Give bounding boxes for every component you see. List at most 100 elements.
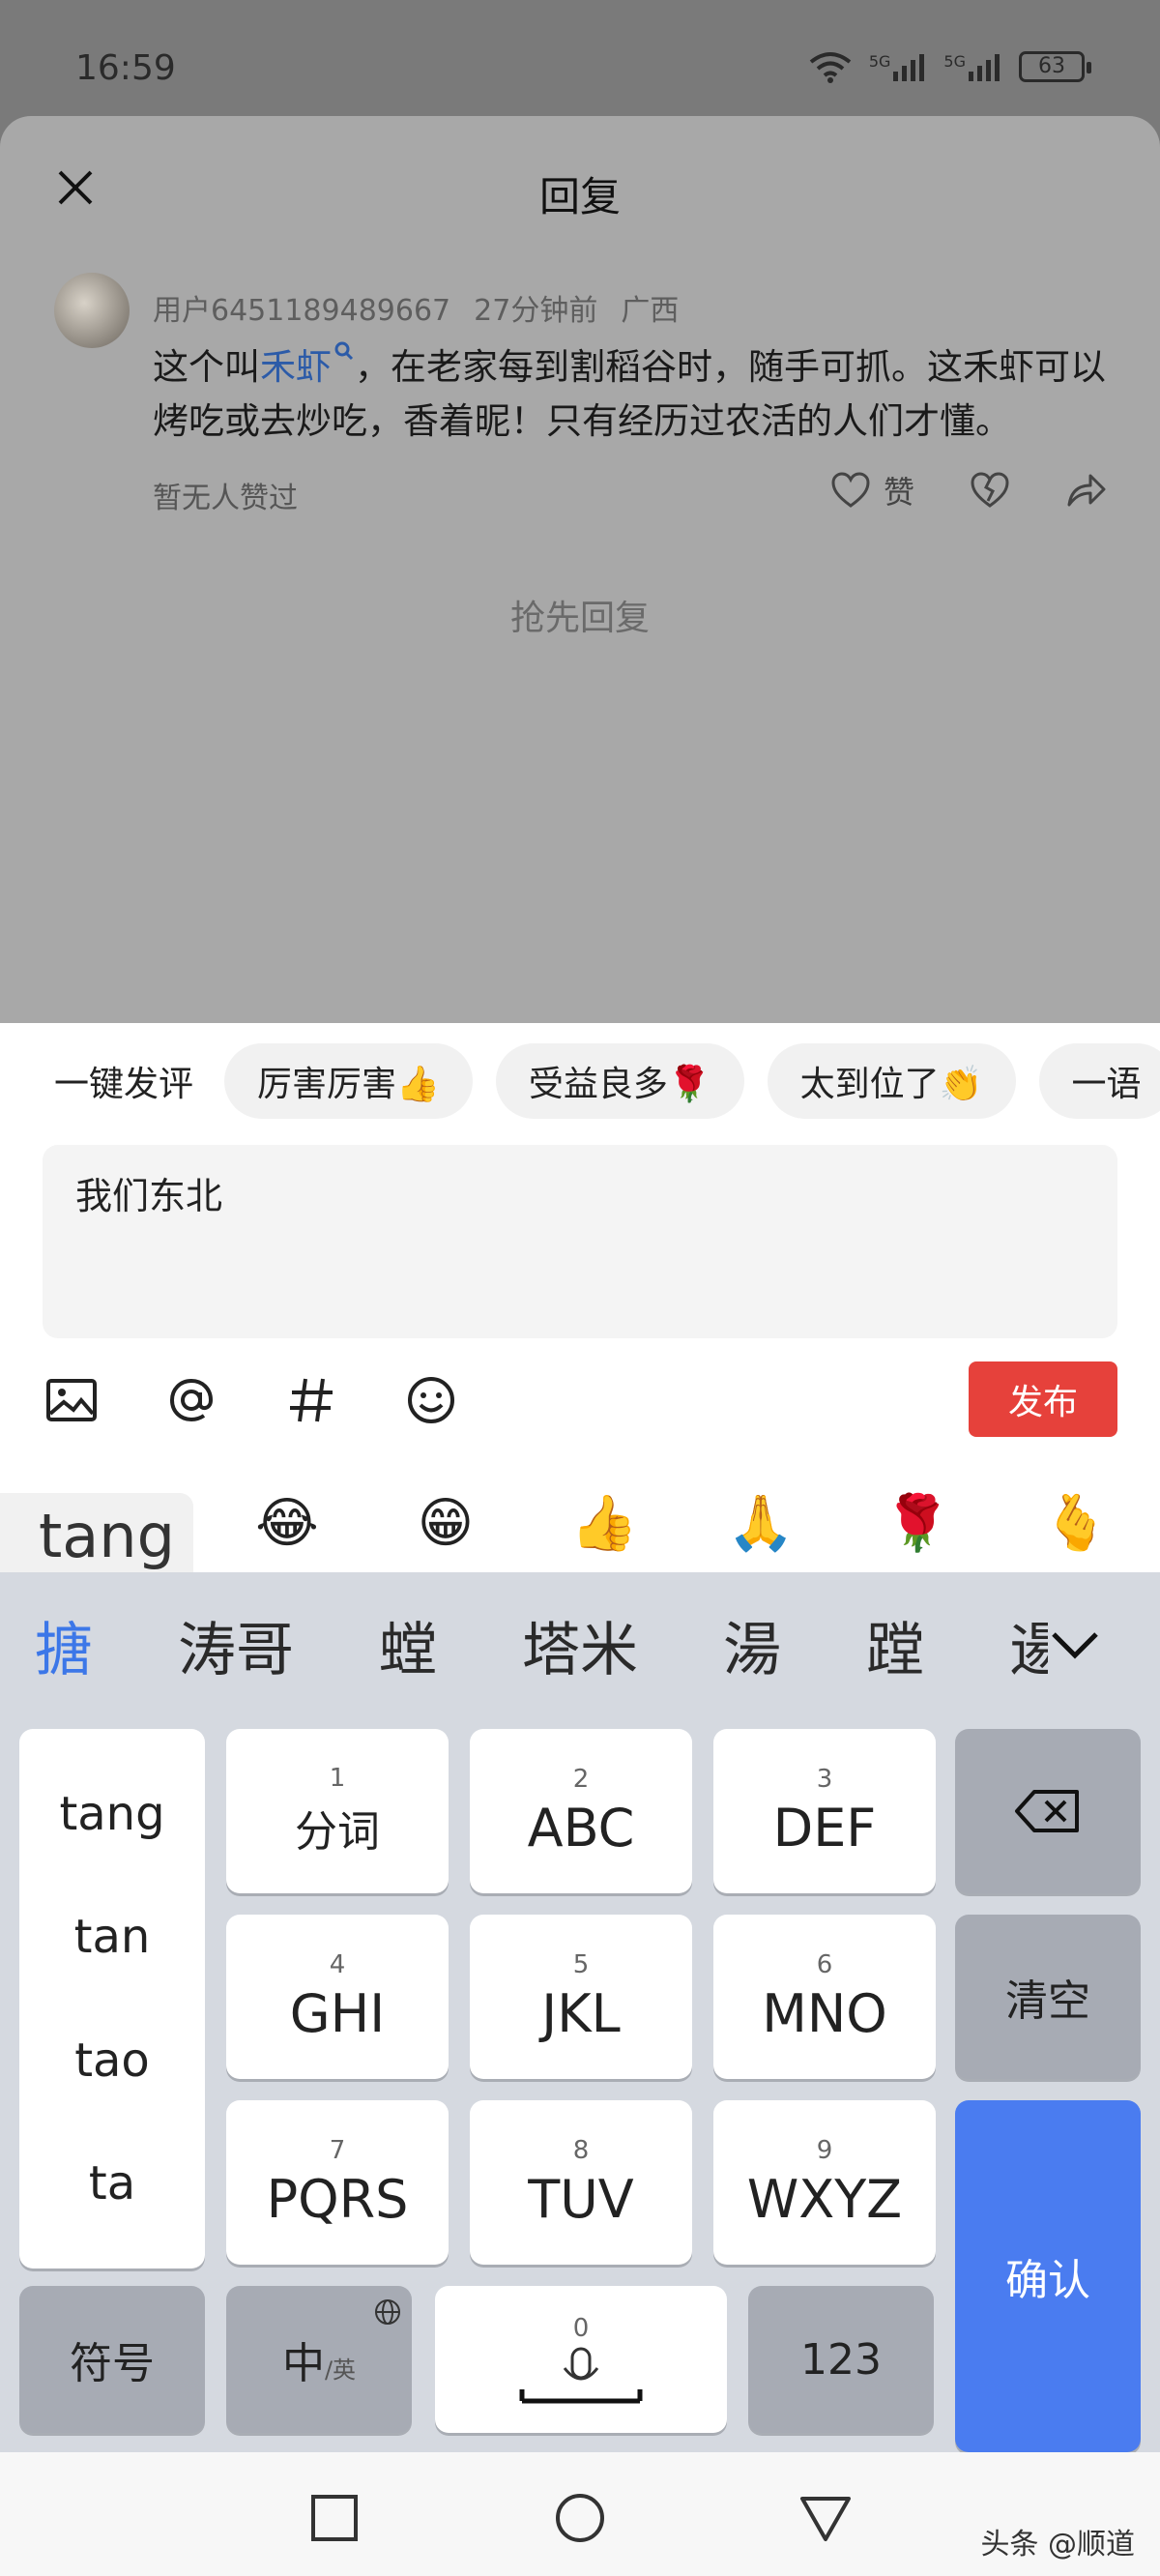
avatar[interactable] (54, 273, 130, 348)
emoji-item[interactable]: 🙏 (727, 1489, 795, 1557)
key-6[interactable]: 6 MNO (713, 1915, 936, 2079)
comment-user[interactable]: 用户6451189489667 (153, 286, 450, 329)
emoji-item[interactable]: 👍 (570, 1489, 638, 1557)
key-number: 2 (572, 1764, 590, 1794)
first-reply-hint: 抢先回复 (509, 599, 650, 638)
candidate-item[interactable]: 塔米 (522, 1603, 638, 1687)
quick-chip[interactable]: 厉害厉害👍 (224, 1043, 473, 1119)
system-nav-bar: 头条 @顺道 (0, 2452, 1160, 2576)
key-label: 分词 (295, 1807, 380, 1857)
pinyin-option[interactable]: tan (74, 1910, 151, 1964)
emoji-icon[interactable] (402, 1371, 460, 1429)
key-number: 6 (816, 1949, 833, 1979)
publish-button[interactable]: 发布 (969, 1361, 1117, 1437)
key-label: TUV (528, 2168, 634, 2230)
quick-chip[interactable]: 一语 (1038, 1043, 1160, 1119)
quick-comment-row: 一键发评 厉害厉害👍 受益良多🌹 太到位了👏 一语 (0, 1042, 1160, 1120)
at-mention-icon[interactable] (162, 1371, 220, 1429)
pinyin-options-list: tang tan tao ta (19, 1729, 205, 2269)
reply-composer: 一键发评 厉害厉害👍 受益良多🌹 太到位了👏 一语 我们东北 发布 😂 😁 👍 … (0, 1023, 1160, 1580)
language-toggle-button[interactable]: 中 /英 (226, 2286, 412, 2433)
key-8[interactable]: 8 TUV (470, 2100, 692, 2265)
key-sublabel: /英 (324, 2356, 357, 2384)
key-label: 清空 (1005, 1976, 1090, 2026)
key-number: 5 (572, 1949, 590, 1979)
like-label: 赞 (883, 474, 914, 511)
symbols-button[interactable]: 符号 (19, 2286, 205, 2433)
status-time: 16:59 (75, 48, 176, 88)
numbers-button[interactable]: 123 (748, 2286, 934, 2433)
key-9[interactable]: 9 WXYZ (713, 2100, 936, 2265)
sheet-title: 回复 (538, 173, 621, 220)
key-number: 9 (816, 2135, 833, 2165)
candidate-item[interactable]: 蹚 (866, 1603, 924, 1687)
candidate-bar: 搪 涛哥 螳 塔米 湯 蹚 逿 (0, 1572, 1160, 1717)
status-bar: 16:59 5G 5G 63 (0, 0, 1160, 116)
key-number: 7 (329, 2135, 346, 2165)
chevron-down-icon[interactable] (1046, 1617, 1104, 1675)
key-3[interactable]: 3 DEF (713, 1729, 936, 1893)
key-2[interactable]: 2 ABC (470, 1729, 692, 1893)
emoji-item[interactable]: 😁 (412, 1489, 479, 1557)
key-1[interactable]: 1 分词 (226, 1729, 449, 1893)
watermark: 头条 @顺道 (980, 2528, 1135, 2561)
emoji-item[interactable]: 🫰 (1042, 1489, 1110, 1557)
no-likes-text: 暂无人赞过 (153, 482, 298, 515)
home-icon[interactable] (553, 2491, 607, 2545)
key-number: 3 (816, 1764, 833, 1794)
signal-icon (893, 54, 925, 81)
comment-time: 27分钟前 (474, 294, 598, 328)
candidate-item[interactable]: 湯 (723, 1603, 781, 1687)
search-link[interactable]: 禾虾 (260, 341, 355, 388)
ime-keyboard: 搪 涛哥 螳 塔米 湯 蹚 逿 tang tan tao ta 1 分词 2 A… (0, 1572, 1160, 2452)
quick-chip[interactable]: 受益良多🌹 (495, 1043, 744, 1119)
key-label: 中 (281, 2339, 325, 2388)
battery-icon: 63 (1019, 51, 1091, 82)
hashtag-icon[interactable] (282, 1371, 340, 1429)
status-icons: 5G 5G 63 (809, 50, 1091, 83)
network-type-label: 5G (943, 52, 966, 71)
candidate-item[interactable]: 搪 (35, 1603, 93, 1687)
pinyin-option[interactable]: tang (59, 1787, 164, 1841)
share-icon[interactable] (1065, 472, 1106, 509)
emoji-item[interactable]: 😂 (253, 1489, 321, 1557)
key-label: WXYZ (746, 2168, 903, 2230)
reply-input[interactable]: 我们东北 (43, 1145, 1117, 1338)
signal-icon (969, 54, 1000, 81)
clear-button[interactable]: 清空 (955, 1915, 1141, 2079)
reply-sheet: 回复 用户6451189489667 27分钟前 广西 这个叫禾虾 ，在老家每到割… (0, 116, 1160, 1023)
pinyin-option[interactable]: ta (89, 2156, 135, 2210)
backspace-icon (1015, 1790, 1079, 1832)
search-icon (334, 341, 354, 361)
language-label: 中 /英 (282, 2328, 356, 2390)
candidate-item[interactable]: 逿 (1009, 1603, 1048, 1687)
key-label: PQRS (266, 2168, 409, 2230)
network-type-label: 5G (868, 52, 891, 71)
pinyin-option[interactable]: tao (74, 2034, 150, 2088)
key-label: 确认 (1005, 2256, 1090, 2305)
space-button[interactable]: 0 (435, 2286, 727, 2433)
signal-2: 5G (943, 52, 1001, 81)
back-icon[interactable] (798, 2491, 853, 2545)
quick-chip[interactable]: 太到位了👏 (767, 1043, 1016, 1119)
confirm-button[interactable]: 确认 (955, 2100, 1141, 2452)
backspace-button[interactable] (955, 1729, 1141, 1893)
comment-text: 这个叫禾虾 ，在老家每到割稻谷时，随手可抓。这禾虾可以烤吃或去炒吃，香着昵！只有经… (153, 340, 1110, 449)
globe-icon (375, 2299, 400, 2325)
recent-apps-icon[interactable] (307, 2491, 362, 2545)
key-label: 符号 (70, 2339, 155, 2388)
key-label: JKL (541, 1982, 621, 2044)
image-icon[interactable] (43, 1371, 101, 1429)
like-button[interactable]: 赞 (831, 468, 914, 512)
key-number: 8 (572, 2135, 590, 2165)
key-7[interactable]: 7 PQRS (226, 2100, 449, 2265)
search-link-label: 禾虾 (260, 346, 332, 388)
dislike-heart-icon[interactable] (971, 472, 1009, 509)
comment-text-part: 这个叫 (153, 346, 260, 388)
key-4[interactable]: 4 GHI (226, 1915, 449, 2079)
candidate-item[interactable]: 涛哥 (178, 1603, 294, 1687)
key-number: 4 (329, 1949, 346, 1979)
key-5[interactable]: 5 JKL (470, 1915, 692, 2079)
emoji-item[interactable]: 🌹 (884, 1489, 951, 1557)
candidate-item[interactable]: 螳 (379, 1603, 437, 1687)
